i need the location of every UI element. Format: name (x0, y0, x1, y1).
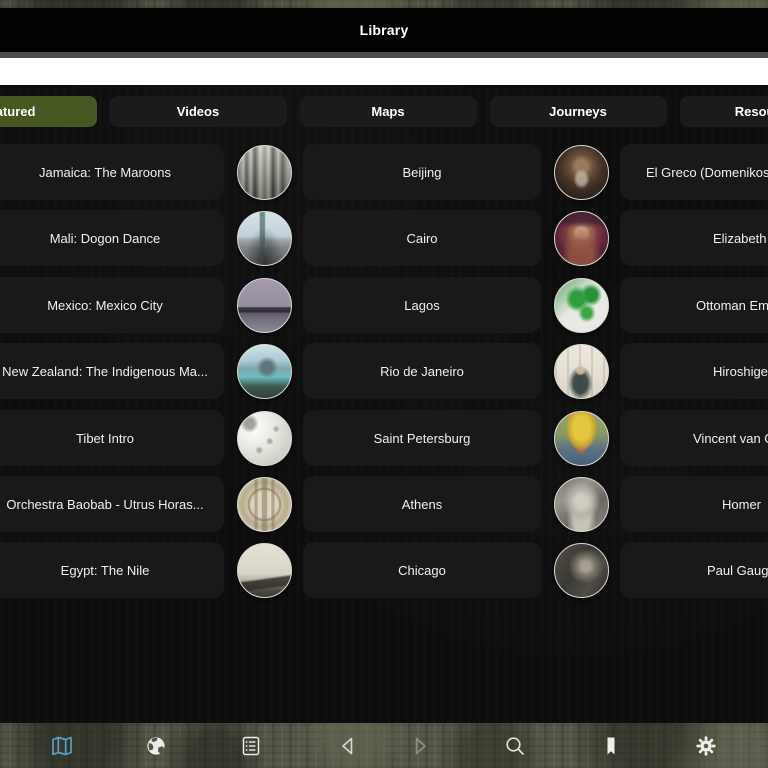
list-item-label: Lagos (404, 298, 439, 313)
search-icon (503, 734, 527, 758)
list-item-video[interactable]: Mali: Dogon Dance (0, 210, 224, 266)
list-view-button[interactable] (239, 734, 263, 758)
journey-thumbnail[interactable] (554, 211, 609, 266)
map-background-top (0, 0, 768, 8)
list-item-label: Beijing (402, 165, 441, 180)
journey-thumbnail[interactable] (554, 278, 609, 333)
library-row: Egypt: The Nile Chicago Paul Gaugui (0, 542, 768, 598)
white-bar (0, 58, 768, 85)
map-view-button[interactable] (50, 734, 74, 758)
map-thumbnail[interactable] (237, 211, 292, 266)
gear-icon (694, 734, 718, 758)
list-item-map[interactable]: Beijing (303, 144, 541, 200)
tab-featured[interactable]: Featured (0, 96, 97, 127)
tab-resources[interactable]: Resources (680, 96, 768, 127)
journey-thumbnail[interactable] (554, 477, 609, 532)
settings-button[interactable] (694, 734, 718, 758)
list-item-label: Jamaica: The Maroons (39, 165, 171, 180)
list-item-map[interactable]: Saint Petersburg (303, 410, 541, 466)
list-item-journey[interactable]: El Greco (Domenikos T (620, 144, 768, 200)
globe-icon (144, 734, 168, 758)
list-item-label: Hiroshige (713, 364, 768, 379)
library-row: Jamaica: The Maroons Beijing El Greco (D… (0, 144, 768, 200)
forward-arrow-icon (408, 734, 432, 758)
list-item-label: Chicago (398, 563, 446, 578)
map-icon (50, 734, 74, 758)
bottom-toolbar (0, 723, 768, 768)
back-arrow-icon (336, 734, 360, 758)
list-item-label: Egypt: The Nile (61, 563, 150, 578)
header: Library (0, 8, 768, 52)
list-item-journey[interactable]: Ottoman Emp (620, 277, 768, 333)
library-row: Mexico: Mexico City Lagos Ottoman Emp (0, 277, 768, 333)
list-item-journey[interactable]: Hiroshige (620, 343, 768, 399)
list-item-video[interactable]: Tibet Intro (0, 410, 224, 466)
journey-thumbnail[interactable] (554, 145, 609, 200)
list-item-map[interactable]: Lagos (303, 277, 541, 333)
library-row: Mali: Dogon Dance Cairo Elizabeth I (0, 210, 768, 266)
map-thumbnail[interactable] (237, 344, 292, 399)
list-item-video[interactable]: Jamaica: The Maroons (0, 144, 224, 200)
list-item-map[interactable]: Athens (303, 476, 541, 532)
forward-button[interactable] (408, 734, 432, 758)
list-item-label: Tibet Intro (76, 431, 134, 446)
list-item-label: Mexico: Mexico City (47, 298, 163, 313)
list-item-map[interactable]: Cairo (303, 210, 541, 266)
list-item-label: Cairo (406, 231, 437, 246)
library-content: Featured Videos Maps Journeys Resources … (0, 85, 768, 723)
list-item-label: Orchestra Baobab - Utrus Horas... (6, 497, 203, 512)
map-thumbnail[interactable] (237, 145, 292, 200)
list-item-journey[interactable]: Paul Gaugui (620, 542, 768, 598)
list-icon (239, 734, 263, 758)
list-item-label: Saint Petersburg (374, 431, 471, 446)
list-item-video[interactable]: New Zealand: The Indigenous Ma... (0, 343, 224, 399)
back-button[interactable] (336, 734, 360, 758)
tab-videos[interactable]: Videos (110, 96, 287, 127)
list-item-journey[interactable]: Homer (620, 476, 768, 532)
map-thumbnail[interactable] (237, 477, 292, 532)
map-thumbnail[interactable] (237, 278, 292, 333)
search-button[interactable] (503, 734, 527, 758)
journey-thumbnail[interactable] (554, 543, 609, 598)
bookmark-button[interactable] (599, 734, 623, 758)
library-row: Tibet Intro Saint Petersburg Vincent van… (0, 410, 768, 466)
list-item-label: Mali: Dogon Dance (50, 231, 161, 246)
map-thumbnail[interactable] (237, 411, 292, 466)
list-item-journey[interactable]: Vincent van G (620, 410, 768, 466)
page-title: Library (0, 8, 768, 52)
tab-journeys[interactable]: Journeys (490, 96, 667, 127)
library-row: Orchestra Baobab - Utrus Horas... Athens… (0, 476, 768, 532)
list-item-label: Rio de Janeiro (380, 364, 464, 379)
list-item-journey[interactable]: Elizabeth I (620, 210, 768, 266)
list-item-label: Elizabeth I (713, 231, 768, 246)
list-item-label: El Greco (Domenikos T (646, 165, 768, 180)
list-item-map[interactable]: Chicago (303, 542, 541, 598)
list-item-label: Athens (402, 497, 442, 512)
list-item-label: New Zealand: The Indigenous Ma... (2, 364, 208, 379)
map-thumbnail[interactable] (237, 543, 292, 598)
bookmark-icon (599, 734, 623, 758)
journey-thumbnail[interactable] (554, 344, 609, 399)
library-row: New Zealand: The Indigenous Ma... Rio de… (0, 343, 768, 399)
list-item-label: Vincent van G (693, 431, 768, 446)
list-item-map[interactable]: Rio de Janeiro (303, 343, 541, 399)
app-screen: Library Featured Videos Maps Journeys Re… (0, 0, 768, 768)
list-item-label: Paul Gaugui (707, 563, 768, 578)
list-item-video[interactable]: Orchestra Baobab - Utrus Horas... (0, 476, 224, 532)
journey-thumbnail[interactable] (554, 411, 609, 466)
tab-maps[interactable]: Maps (300, 96, 477, 127)
list-item-video[interactable]: Mexico: Mexico City (0, 277, 224, 333)
list-item-label: Ottoman Emp (696, 298, 768, 313)
globe-view-button[interactable] (144, 734, 168, 758)
list-item-video[interactable]: Egypt: The Nile (0, 542, 224, 598)
list-item-label: Homer (722, 497, 761, 512)
